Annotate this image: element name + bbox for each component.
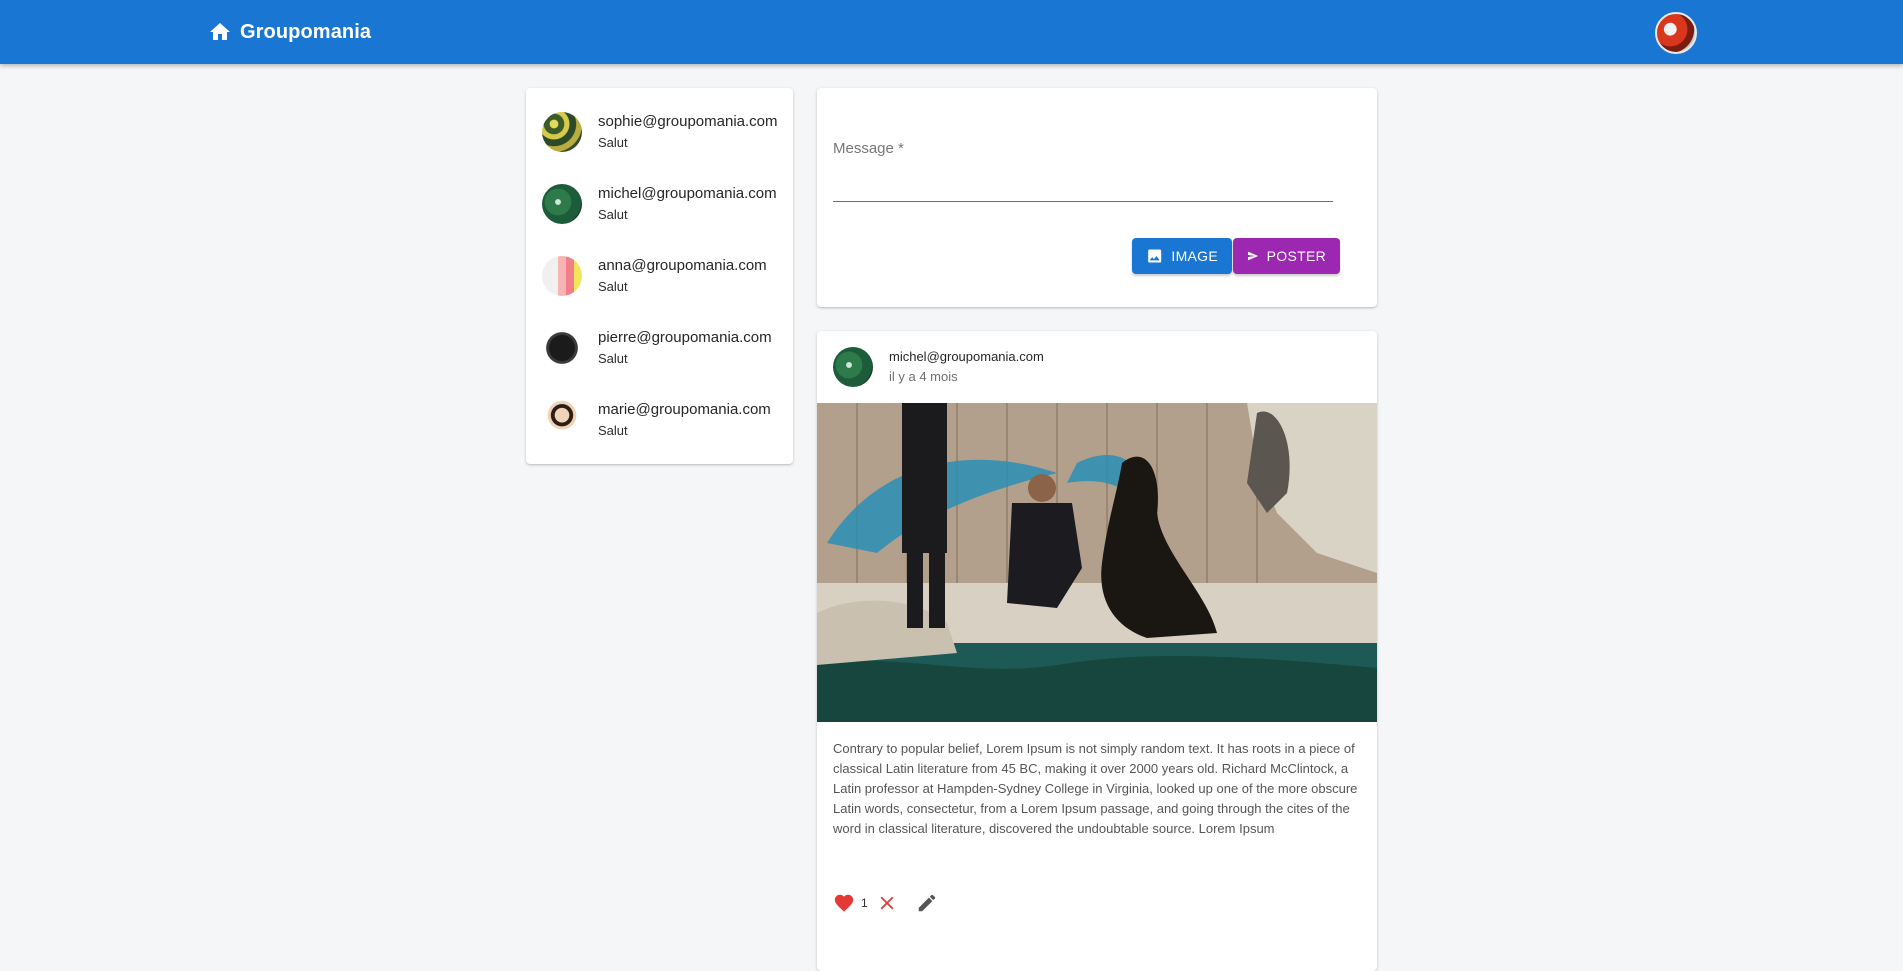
user-email: michel@groupomania.com <box>598 185 777 202</box>
delete-button[interactable] <box>876 892 898 914</box>
post-button-label: POSTER <box>1266 248 1326 264</box>
post-author: michel@groupomania.com <box>889 349 1044 364</box>
user-status: Salut <box>598 351 628 366</box>
user-status: Salut <box>598 423 628 438</box>
home-icon <box>210 23 230 40</box>
user-item-michel[interactable]: michel@groupomania.com Salut <box>526 168 793 240</box>
heart-icon <box>834 894 854 912</box>
avatar <box>833 347 873 387</box>
image-button-label: IMAGE <box>1171 248 1218 264</box>
user-status: Salut <box>598 135 628 150</box>
user-email: pierre@groupomania.com <box>598 329 772 346</box>
user-item-marie[interactable]: marie@groupomania.com Salut <box>526 384 793 456</box>
user-email: marie@groupomania.com <box>598 401 771 418</box>
post-actions: 1 <box>833 891 938 915</box>
user-status: Salut <box>598 207 628 222</box>
send-icon <box>1247 251 1259 261</box>
post-card: michel@groupomania.com il y a 4 mois Con… <box>817 331 1377 971</box>
user-status: Salut <box>598 279 628 294</box>
app-title: Groupomania <box>240 20 372 43</box>
post-image <box>817 403 1377 722</box>
avatar <box>542 328 582 368</box>
pencil-icon <box>918 894 935 912</box>
avatar <box>542 256 582 296</box>
like-count: 1 <box>861 896 868 910</box>
message-field[interactable]: Message * <box>833 140 1333 202</box>
message-label: Message * <box>833 140 904 157</box>
home-link[interactable]: Groupomania <box>208 0 371 64</box>
post-body: Contrary to popular belief, Lorem Ipsum … <box>833 741 1358 836</box>
avatar <box>542 400 582 440</box>
post-header: michel@groupomania.com il y a 4 mois <box>833 347 1044 387</box>
avatar <box>542 184 582 224</box>
user-email: sophie@groupomania.com <box>598 113 778 130</box>
post-button[interactable]: POSTER <box>1233 238 1340 274</box>
current-user-avatar[interactable] <box>1655 12 1697 54</box>
user-email: anna@groupomania.com <box>598 257 767 274</box>
image-button[interactable]: IMAGE <box>1132 238 1232 274</box>
user-item-pierre[interactable]: pierre@groupomania.com Salut <box>526 312 793 384</box>
users-list: sophie@groupomania.com Salut michel@grou… <box>526 88 793 464</box>
avatar <box>542 112 582 152</box>
user-item-anna[interactable]: anna@groupomania.com Salut <box>526 240 793 312</box>
edit-button[interactable] <box>916 892 938 914</box>
user-item-sophie[interactable]: sophie@groupomania.com Salut <box>526 96 793 168</box>
image-icon <box>1148 249 1162 263</box>
close-icon <box>880 896 894 910</box>
post-composer: Message * IMAGE POSTER <box>817 88 1377 307</box>
app-bar: Groupomania <box>0 0 1903 64</box>
like-button[interactable] <box>833 892 855 914</box>
post-time: il y a 4 mois <box>889 369 958 384</box>
